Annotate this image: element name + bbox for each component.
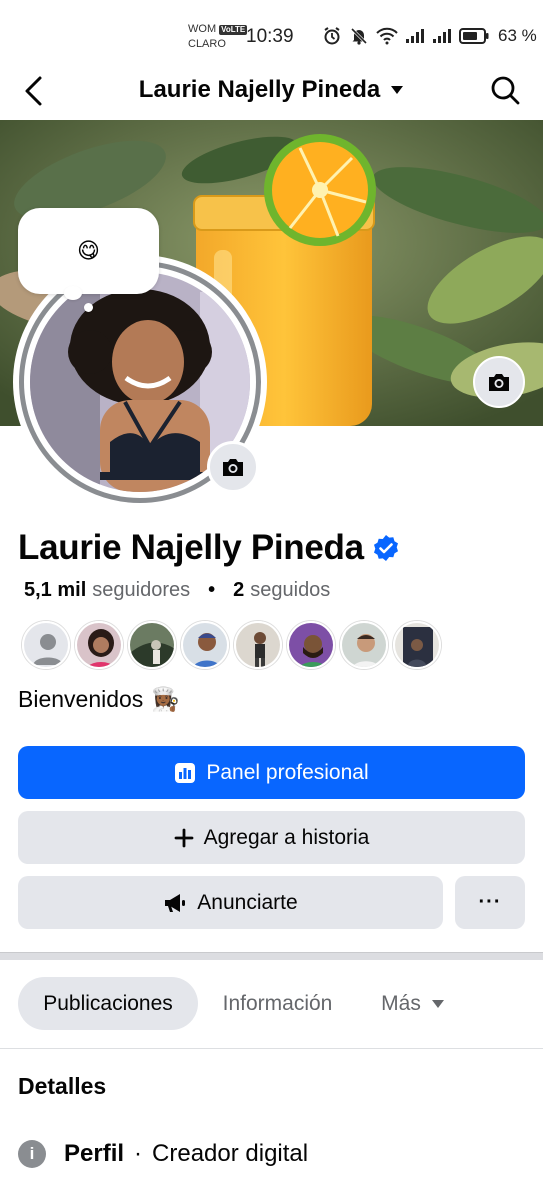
friend-avatar[interactable] [181,621,229,669]
carrier-info: WOM VoLTE CLARO [188,22,248,52]
profile-bio: Bienvenidos 👩🏾‍🍳 [18,686,180,713]
bio-text: Bienvenidos [18,686,144,712]
tabs-divider [0,1048,543,1049]
friend-avatar[interactable] [340,621,388,669]
professional-dashboard-label: Panel profesional [206,760,369,784]
details-heading: Detalles [18,1073,107,1099]
add-to-story-label: Agregar a historia [203,825,370,849]
tab-more-label: Más [381,991,421,1015]
signal-icon [406,29,424,43]
search-button[interactable] [489,74,521,106]
detail-separator: · [134,1140,143,1167]
edit-cover-button[interactable] [473,356,525,408]
friend-avatar[interactable] [234,621,282,669]
battery-icon [459,28,489,44]
following-label[interactable]: seguidos [250,579,330,602]
wifi-icon [376,27,398,45]
signal-icon [433,29,451,43]
search-icon [491,76,520,105]
status-bar: WOM VoLTE CLARO 10:39 63 % [0,0,543,66]
profile-header: Laurie Najelly Pineda [0,66,543,120]
more-options-button[interactable]: ··· [455,876,525,929]
detail-value: Creador digital [152,1140,309,1167]
following-count[interactable]: 2 [233,579,244,602]
friend-avatar[interactable] [393,621,441,669]
advertise-label: Anunciarte [197,890,298,914]
carrier-name-2: CLARO [188,38,226,50]
note-emoji: 😋 [77,238,100,263]
followers-label[interactable]: seguidores [92,579,190,602]
megaphone-icon [165,893,186,912]
alarm-icon [324,27,340,45]
battery-percent: 63 % [498,26,537,45]
tab-more[interactable]: Más [368,977,458,1030]
friend-avatar[interactable] [22,621,70,669]
header-title-button[interactable]: Laurie Najelly Pineda [0,76,543,104]
camera-icon [223,459,243,476]
edit-profile-picture-button[interactable] [207,441,259,493]
dashboard-icon [175,762,196,783]
friend-avatar[interactable] [75,621,123,669]
section-divider [0,952,543,960]
profile-note[interactable]: 😋 [18,208,159,294]
tab-posts[interactable]: Publicaciones [18,977,198,1030]
note-tail [84,303,93,312]
profile-name: Laurie Najelly Pineda [18,528,400,568]
verified-badge-icon [373,535,398,561]
status-icons: 63 % [322,26,537,46]
detail-label: Perfil [64,1140,125,1167]
more-options-label: ··· [478,891,502,913]
follow-stats: 5,1 mil seguidores • 2 seguidos [24,579,330,602]
detail-row-profile: i Perfil · Creador digital [18,1140,308,1168]
info-icon: i [18,1140,46,1168]
note-tail [64,286,82,300]
tab-information[interactable]: Información [205,977,350,1030]
caret-down-icon [391,86,404,94]
camera-icon [489,374,509,391]
stats-separator: • [208,579,216,601]
tab-information-label: Información [222,991,333,1015]
friend-avatar[interactable] [287,621,335,669]
followers-count[interactable]: 5,1 mil [24,579,86,602]
add-to-story-button[interactable]: Agregar a historia [18,811,525,864]
plus-icon [174,828,194,847]
friend-avatar[interactable] [128,621,176,669]
carrier-name-1: WOM [188,23,217,35]
advertise-button[interactable]: Anunciarte [18,876,443,929]
chef-emoji: 👩🏾‍🍳 [151,686,180,712]
friends-preview [22,621,441,669]
mute-icon [350,27,368,45]
clock: 10:39 [246,26,294,47]
caret-down-icon [431,999,444,1008]
professional-dashboard-button[interactable]: Panel profesional [18,746,525,799]
volte-badge: VoLTE [219,24,248,35]
header-title: Laurie Najelly Pineda [138,76,381,103]
profile-name-text: Laurie Najelly Pineda [18,528,364,567]
tab-posts-label: Publicaciones [43,991,173,1015]
